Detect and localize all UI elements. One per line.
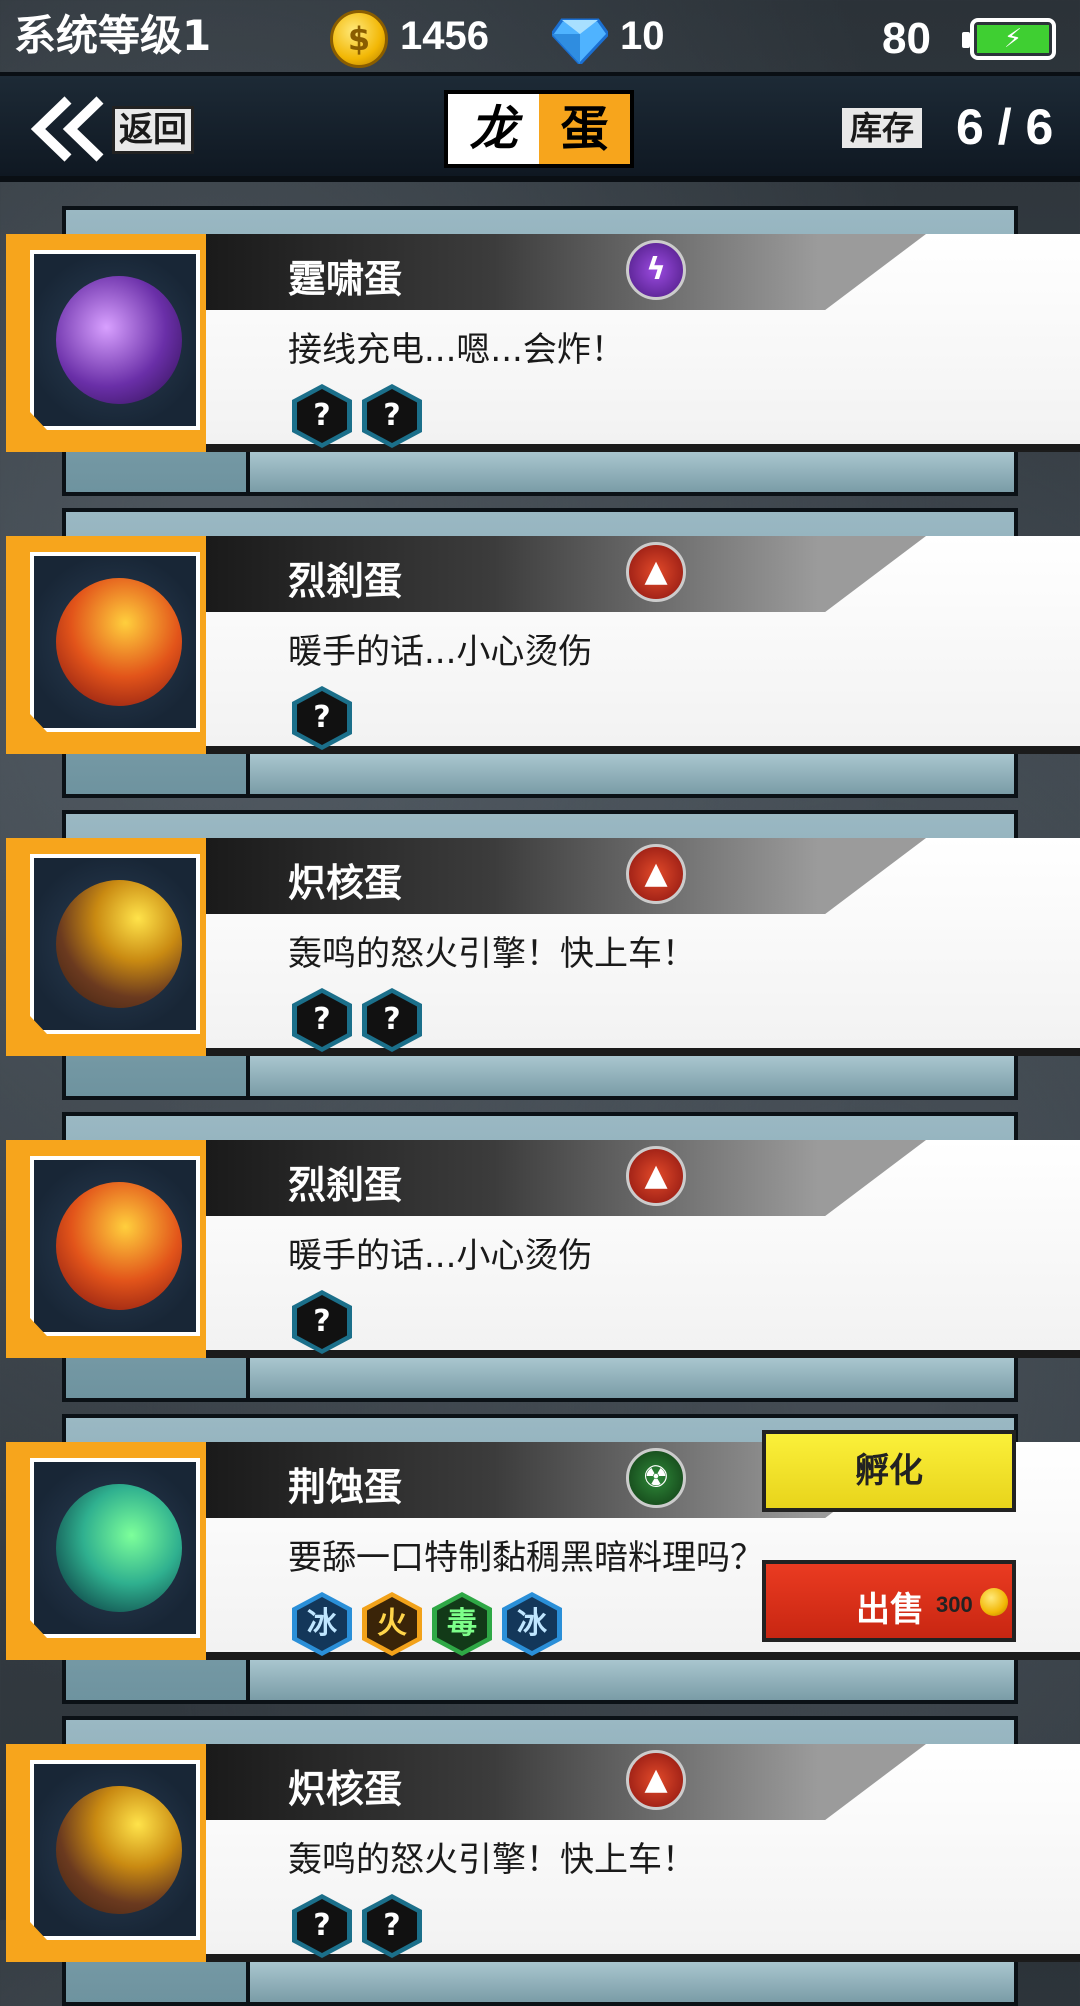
unknown-trait-badge: ? (292, 1894, 352, 1958)
egg-name: 烈刹蛋 (288, 1163, 403, 1207)
stock-value: 6 / 6 (956, 99, 1054, 155)
egg-portrait (6, 536, 206, 754)
fire-egg-image (56, 1182, 182, 1310)
list-item[interactable]: 烈刹蛋 ▲ 暖手的话...小心烫伤 ? (0, 1096, 1080, 1402)
battery-level: 80 (882, 14, 931, 63)
egg-description: 暖手的话...小心烫伤 (288, 632, 593, 672)
egg-card[interactable]: 霆啸蛋 ϟ 接线充电...嗯...会炸！ ? ? (6, 234, 1080, 452)
double-chevron-left-icon (30, 96, 104, 162)
unknown-trait-badge: ? (292, 988, 352, 1052)
lightning-icon: ϟ (626, 240, 686, 300)
status-bar: 系统等级1 $ 1456 10 80 ⚡ (0, 0, 1080, 72)
trait-badges: ? (292, 686, 352, 750)
coin-icon: $ (330, 10, 388, 68)
unknown-trait-badge: ? (362, 988, 422, 1052)
trait-badges: ? ? (292, 384, 422, 448)
fire-icon: ▲ (626, 844, 686, 904)
poison-icon: ☢ (626, 1448, 686, 1508)
back-button[interactable]: 返回 (30, 94, 200, 164)
hatch-button[interactable]: 孵化 (762, 1430, 1016, 1512)
egg-portrait (6, 1744, 206, 1962)
egg-name: 荆蚀蛋 (288, 1465, 403, 1509)
engine-egg-image (56, 1786, 182, 1914)
engine-egg-image (56, 880, 182, 1008)
egg-description: 轰鸣的怒火引擎！快上车！ (288, 934, 696, 974)
egg-description: 轰鸣的怒火引擎！快上车！ (288, 1840, 696, 1880)
fire-icon: ▲ (626, 1146, 686, 1206)
ice-trait-badge: 冰 (502, 1592, 562, 1656)
back-label: 返回 (112, 106, 194, 154)
egg-name: 炽核蛋 (288, 861, 403, 905)
sell-price: 300 (936, 1592, 973, 1617)
lightning-egg-image (56, 276, 182, 404)
unknown-trait-badge: ? (362, 1894, 422, 1958)
fire-trait-badge: 火 (362, 1592, 422, 1656)
coin-count: 1456 (400, 14, 489, 58)
egg-portrait (6, 838, 206, 1056)
page-title: 龙 蛋 (444, 90, 634, 168)
egg-description: 要舔一口特制黏稠黑暗料理吗？ (288, 1538, 764, 1578)
egg-portrait (6, 234, 206, 452)
diamond-icon (552, 18, 608, 64)
list-item[interactable]: 霆啸蛋 ϟ 接线充电...嗯...会炸！ ? ? (0, 190, 1080, 496)
unknown-trait-badge: ? (292, 384, 352, 448)
ice-trait-badge: 冰 (292, 1592, 352, 1656)
stock-label: 库存 (842, 108, 923, 148)
fire-icon: ▲ (626, 1750, 686, 1810)
unknown-trait-badge: ? (292, 686, 352, 750)
sell-label: 出售 (856, 1590, 924, 1630)
fire-icon: ▲ (626, 542, 686, 602)
egg-name: 烈刹蛋 (288, 559, 403, 603)
trait-badges: ? ? (292, 1894, 422, 1958)
battery-icon: ⚡ (962, 18, 1056, 60)
unknown-trait-badge: ? (292, 1290, 352, 1354)
egg-portrait (6, 1442, 206, 1660)
sell-button[interactable]: 出售 300 (762, 1560, 1016, 1642)
poison-egg-image (56, 1484, 182, 1612)
egg-name: 炽核蛋 (288, 1767, 403, 1811)
egg-card[interactable]: 烈刹蛋 ▲ 暖手的话...小心烫伤 ? (6, 1140, 1080, 1358)
egg-card[interactable]: 炽核蛋 ▲ 轰鸣的怒火引擎！快上车！ ? ? (6, 838, 1080, 1056)
page-title-left: 龙 (448, 94, 539, 164)
list-item[interactable]: 炽核蛋 ▲ 轰鸣的怒火引擎！快上车！ ? ? (0, 1700, 1080, 2006)
gem-count: 10 (620, 14, 665, 58)
list-item[interactable]: 炽核蛋 ▲ 轰鸣的怒火引擎！快上车！ ? ? (0, 794, 1080, 1100)
trait-badges: 冰 火 毒 冰 (292, 1592, 562, 1656)
coin-icon (980, 1588, 1008, 1616)
list-item[interactable]: 烈刹蛋 ▲ 暖手的话...小心烫伤 ? (0, 492, 1080, 798)
poison-trait-badge: 毒 (432, 1592, 492, 1656)
trait-badges: ? (292, 1290, 352, 1354)
header-bar: 返回 龙 蛋 库存 6 / 6 (0, 72, 1080, 182)
egg-name: 霆啸蛋 (288, 257, 403, 301)
egg-description: 接线充电...嗯...会炸！ (288, 330, 625, 370)
page-title-right: 蛋 (539, 94, 630, 164)
fire-egg-image (56, 578, 182, 706)
egg-card[interactable]: 烈刹蛋 ▲ 暖手的话...小心烫伤 ? (6, 536, 1080, 754)
system-level: 系统等级1 (14, 11, 212, 60)
egg-portrait (6, 1140, 206, 1358)
trait-badges: ? ? (292, 988, 422, 1052)
egg-card[interactable]: 炽核蛋 ▲ 轰鸣的怒火引擎！快上车！ ? ? (6, 1744, 1080, 1962)
egg-description: 暖手的话...小心烫伤 (288, 1236, 593, 1276)
unknown-trait-badge: ? (362, 384, 422, 448)
